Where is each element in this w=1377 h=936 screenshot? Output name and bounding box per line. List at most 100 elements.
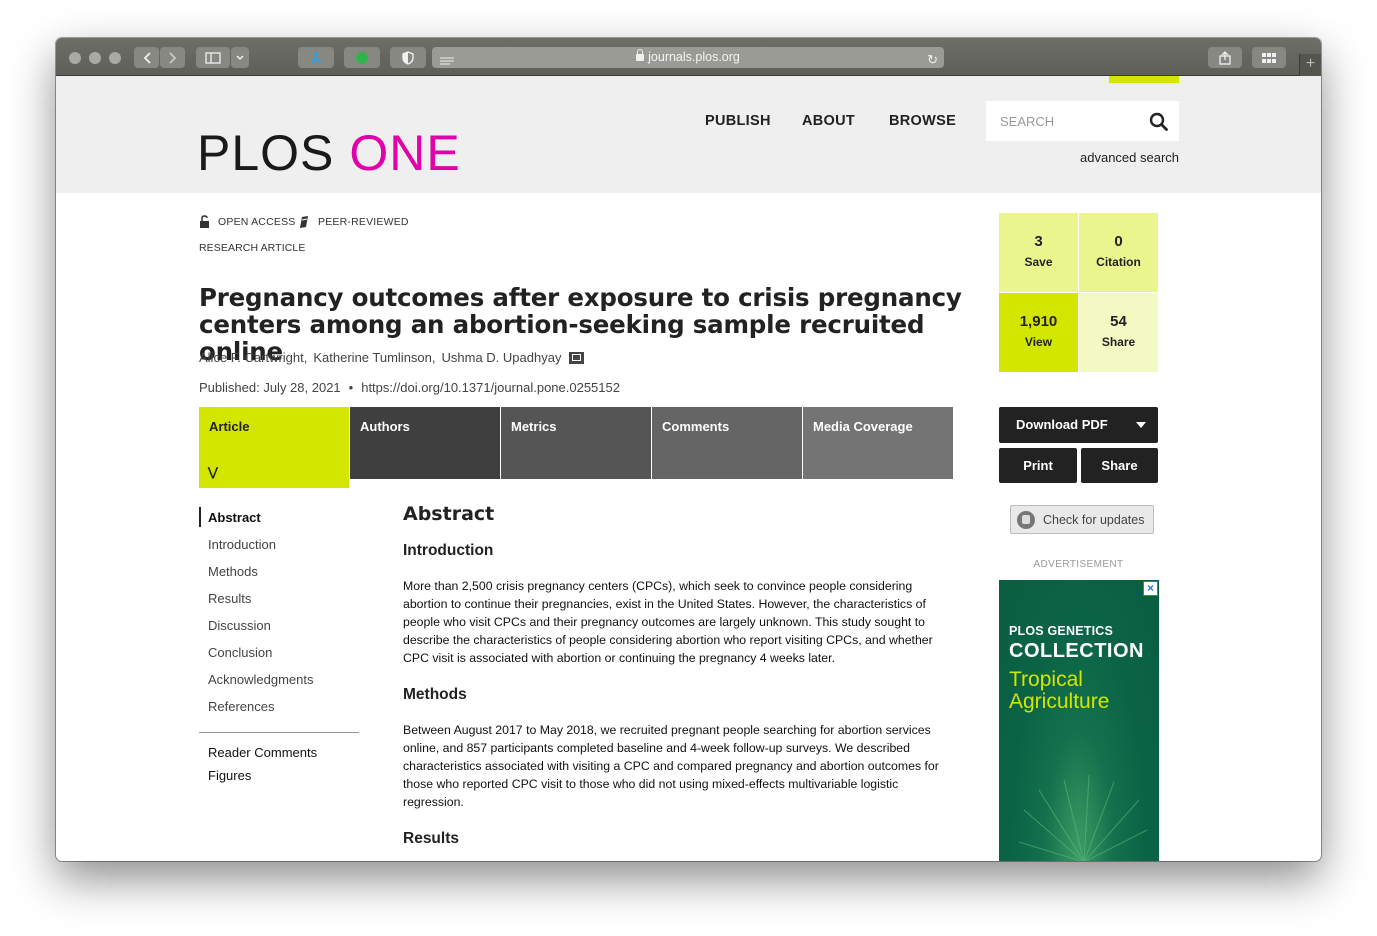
- nav-about[interactable]: ABOUT: [802, 113, 855, 129]
- reload-icon[interactable]: ↻: [927, 49, 938, 70]
- ad-close-icon[interactable]: ×: [1143, 581, 1158, 596]
- section-text-introduction: More than 2,500 crisis pregnancy centers…: [403, 579, 933, 665]
- metric-value: 3: [1034, 233, 1043, 250]
- extension-button-1[interactable]: [298, 47, 334, 68]
- browser-window: journals.plos.org ↻ + PLOS ONE PUBLISH A…: [56, 38, 1321, 861]
- metric-label: Save: [1024, 255, 1053, 269]
- publication-info: Published: July 28, 2021 • https://doi.o…: [199, 380, 620, 395]
- close-window-button[interactable]: [69, 52, 81, 64]
- separator-dot: •: [348, 380, 354, 395]
- nav-link-discussion[interactable]: Discussion: [208, 618, 271, 633]
- chevron-down-icon: [236, 54, 244, 60]
- search-input[interactable]: [986, 101, 1136, 141]
- chevron-right-icon: [168, 51, 176, 64]
- tab-article[interactable]: Article ⋁: [199, 407, 349, 488]
- download-pdf-button[interactable]: Download PDF: [999, 407, 1158, 443]
- nav-link-acknowledgments[interactable]: Acknowledgments: [208, 672, 314, 687]
- minimize-window-button[interactable]: [89, 52, 101, 64]
- tab-overview-button[interactable]: [1252, 47, 1286, 68]
- address-bar[interactable]: journals.plos.org ↻: [432, 47, 944, 68]
- caret-down-icon[interactable]: [1136, 422, 1146, 428]
- peer-reviewed-label: PEER-REVIEWED: [318, 216, 409, 228]
- share-icon: [1219, 50, 1231, 65]
- section-text-methods: Between August 2017 to May 2018, we recr…: [403, 723, 939, 809]
- metric-save[interactable]: 3 Save: [999, 213, 1078, 292]
- search-box: [986, 101, 1179, 141]
- metric-citation[interactable]: 0 Citation: [1079, 213, 1158, 292]
- nav-browse[interactable]: BROWSE: [889, 113, 956, 129]
- advanced-search-link[interactable]: advanced search: [1080, 150, 1179, 165]
- double-chevron-down-icon: ⋁: [208, 465, 218, 479]
- email-icon[interactable]: [569, 351, 585, 364]
- author-name[interactable]: Ushma D. Upadhyay: [442, 350, 562, 365]
- open-access-label: OPEN ACCESS: [218, 215, 296, 228]
- metric-label: Share: [1101, 335, 1136, 349]
- nav-link-conclusion[interactable]: Conclusion: [208, 645, 272, 660]
- share-page-button[interactable]: [1208, 47, 1242, 68]
- tab-comments[interactable]: Comments: [652, 407, 802, 479]
- nav-link-references[interactable]: References: [208, 699, 274, 714]
- nav-link-results[interactable]: Results: [208, 591, 251, 606]
- abstract-heading: Abstract: [403, 503, 495, 525]
- green-circle-extension-icon: [356, 51, 368, 64]
- nav-link-abstract[interactable]: Abstract: [208, 510, 261, 525]
- plos-one-logo[interactable]: PLOS ONE: [197, 128, 461, 178]
- nav-publish[interactable]: PUBLISH: [705, 113, 771, 129]
- metric-label: View: [1024, 335, 1053, 349]
- sidebar-menu-button[interactable]: [231, 47, 249, 68]
- section-heading-introduction: Introduction: [403, 542, 494, 559]
- check-for-updates-button[interactable]: Check for updates: [1010, 505, 1154, 534]
- back-button[interactable]: [134, 47, 159, 68]
- check-for-updates-label: Check for updates: [1043, 513, 1145, 527]
- share-label: Share: [1101, 458, 1138, 473]
- sidebar-icon: [205, 51, 221, 64]
- peer-reviewed-flag: PEER-REVIEWED: [298, 215, 409, 229]
- unlock-icon: [200, 215, 209, 228]
- metric-value: 54: [1110, 313, 1127, 330]
- advertisement-banner[interactable]: × PLOS GENETICS COLLECTION Tropical Agri…: [999, 580, 1159, 861]
- author-name[interactable]: Katherine Tumlinson,: [313, 350, 435, 365]
- palm-leaf-graphic: [1019, 774, 1148, 861]
- doi-link[interactable]: https://doi.org/10.1371/journal.pone.025…: [361, 380, 620, 395]
- sidebar-toggle-button[interactable]: [196, 47, 230, 68]
- figure-extension-icon: [311, 51, 321, 64]
- nav-link-introduction[interactable]: Introduction: [208, 537, 276, 552]
- article-type: RESEARCH ARTICLE: [199, 242, 306, 254]
- crossmark-icon: [1017, 511, 1035, 529]
- tab-media-coverage[interactable]: Media Coverage: [803, 407, 953, 479]
- search-icon[interactable]: [1149, 112, 1168, 131]
- tab-label: Media Coverage: [813, 419, 913, 434]
- lock-icon: [636, 49, 645, 61]
- shield-icon: [402, 50, 414, 65]
- open-access-flag: OPEN ACCESS: [199, 215, 295, 228]
- peer-review-icon: [300, 216, 308, 228]
- author-name[interactable]: Alice F. Cartwright,: [199, 350, 307, 365]
- share-button[interactable]: Share: [1081, 448, 1158, 483]
- metric-view[interactable]: 1,910 View: [999, 293, 1078, 372]
- tab-label: Metrics: [511, 419, 557, 434]
- reader-icon[interactable]: [440, 53, 454, 74]
- nav-link-methods[interactable]: Methods: [208, 564, 258, 579]
- metric-label: Citation: [1096, 255, 1141, 269]
- nav-link-reader-comments[interactable]: Reader Comments: [208, 745, 317, 760]
- tab-authors[interactable]: Authors: [350, 407, 500, 479]
- active-section-indicator: [199, 507, 201, 527]
- header-accent-tab: [1109, 76, 1179, 83]
- metric-value: 1,910: [1019, 313, 1058, 330]
- nav-link-figures[interactable]: Figures: [208, 768, 251, 783]
- forward-button[interactable]: [160, 47, 185, 68]
- browser-toolbar: journals.plos.org ↻ +: [56, 38, 1321, 76]
- extension-button-3[interactable]: [390, 47, 426, 68]
- print-button[interactable]: Print: [999, 448, 1077, 483]
- tab-metrics[interactable]: Metrics: [501, 407, 651, 479]
- ad-title: COLLECTION: [1009, 640, 1144, 662]
- new-tab-button[interactable]: +: [1299, 54, 1321, 76]
- section-heading-results: Results: [403, 830, 459, 847]
- metric-share[interactable]: 54 Share: [1079, 293, 1158, 372]
- extension-button-2[interactable]: [344, 47, 380, 68]
- section-heading-methods: Methods: [403, 686, 467, 703]
- metric-value: 0: [1114, 233, 1123, 250]
- tab-label: Authors: [360, 419, 410, 434]
- zoom-window-button[interactable]: [109, 52, 121, 64]
- print-label: Print: [1023, 458, 1053, 473]
